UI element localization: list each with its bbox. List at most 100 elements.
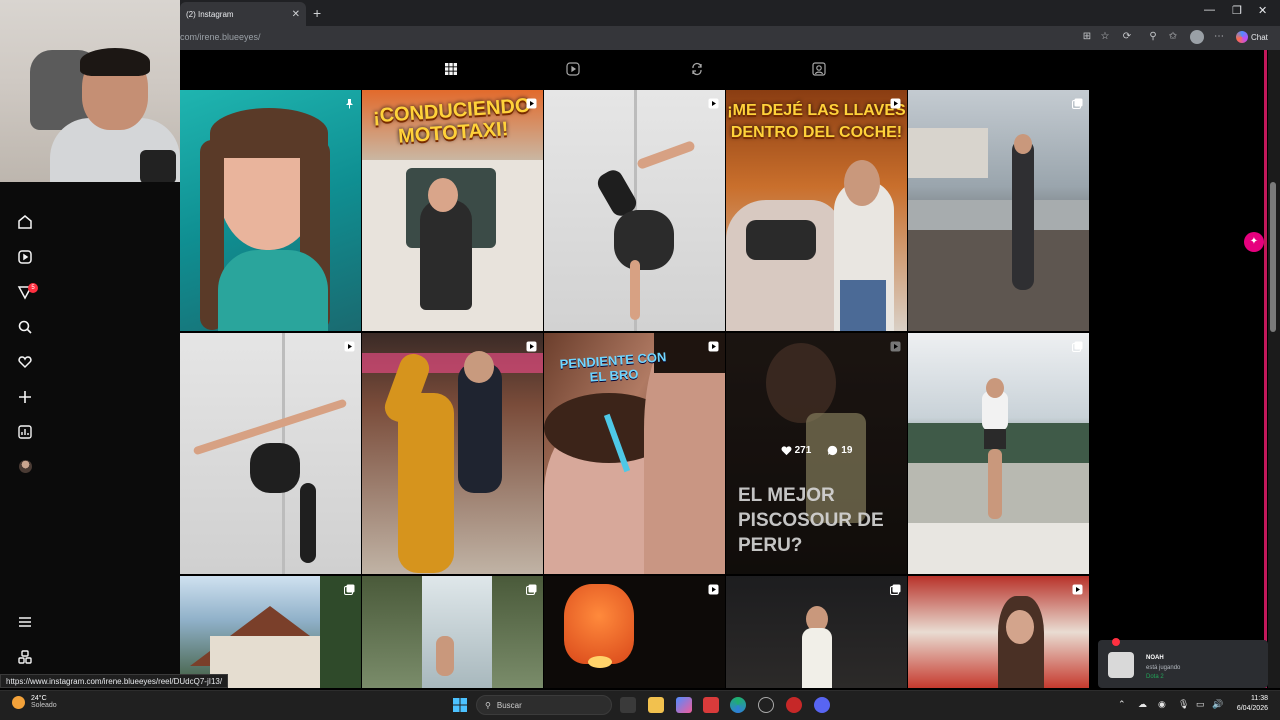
chevron-up-icon[interactable]: ⌃ xyxy=(1118,699,1126,710)
cloud-icon[interactable]: ☁ xyxy=(1138,699,1147,710)
app-icon[interactable] xyxy=(786,697,802,713)
discord-icon[interactable] xyxy=(814,697,830,713)
windows-start-icon[interactable] xyxy=(452,697,468,713)
sidebar-edge xyxy=(1264,50,1267,688)
notification-dot xyxy=(1112,638,1120,646)
reel-icon xyxy=(526,339,537,352)
taskbar-search[interactable]: ⚲ Buscar xyxy=(476,695,612,715)
post-headline: ¡CONDUCIENDO MOTOTAXI! xyxy=(372,94,532,148)
app-icon[interactable] xyxy=(758,697,774,713)
reel-icon xyxy=(890,339,901,352)
more-icon[interactable] xyxy=(14,646,36,668)
tab-reels-icon[interactable] xyxy=(566,62,582,78)
post-hover-stats: 271 19 xyxy=(726,445,907,456)
bookmark-star-icon[interactable]: ☆ xyxy=(1098,30,1112,44)
tab-tagged-icon[interactable] xyxy=(812,62,828,78)
search-icon: ⚲ xyxy=(485,700,491,710)
post-tile[interactable]: PENDIENTE CON EL BRO xyxy=(544,333,725,574)
search-placeholder: Buscar xyxy=(496,700,522,710)
translate-icon[interactable]: ⊞ xyxy=(1080,30,1094,44)
post-tile-hovered[interactable]: EL MEJOR PISCOSOUR DE PERU? 271 19 xyxy=(726,333,907,574)
activity-notification[interactable]: NOAH está jugando Dota 2 xyxy=(1098,638,1268,688)
extension-icon[interactable]: ⟳ xyxy=(1120,30,1134,44)
post-tile[interactable] xyxy=(908,576,1089,688)
browser-tab-bar xyxy=(180,0,1280,26)
reel-icon xyxy=(708,339,719,352)
scrollbar-track[interactable] xyxy=(1268,50,1280,688)
weather-widget[interactable]: 24°C Soleado xyxy=(12,695,57,709)
toast-status: está jugando xyxy=(1146,665,1181,671)
carousel-icon xyxy=(344,582,355,595)
minimize-icon[interactable]: — xyxy=(1204,4,1215,16)
tab-posts-grid-icon[interactable] xyxy=(444,62,460,78)
dashboard-icon[interactable] xyxy=(14,421,36,443)
create-icon[interactable] xyxy=(14,386,36,408)
profile-icon[interactable] xyxy=(1190,30,1204,44)
close-window-icon[interactable]: ✕ xyxy=(1258,4,1267,17)
post-tile[interactable] xyxy=(180,90,361,331)
address-bar[interactable] xyxy=(180,26,1280,50)
more-menu-icon[interactable]: ⋯ xyxy=(1212,30,1226,44)
weather-condition: Soleado xyxy=(31,702,57,709)
monitor-icon[interactable]: ▭ xyxy=(1196,699,1205,710)
post-tile[interactable] xyxy=(180,576,361,688)
post-tile[interactable] xyxy=(362,576,543,688)
avatar xyxy=(1108,652,1134,678)
copilot-icon xyxy=(1236,31,1248,43)
copilot-chat-button[interactable]: Chat xyxy=(1236,29,1268,45)
sun-icon xyxy=(12,695,25,709)
carousel-icon xyxy=(526,582,537,595)
reel-icon xyxy=(708,582,719,595)
new-tab-icon[interactable]: + xyxy=(313,5,321,21)
reel-icon xyxy=(890,96,901,109)
post-headline: EL MEJOR PISCOSOUR DE PERU? xyxy=(738,485,884,556)
tab-reposts-icon[interactable] xyxy=(690,62,706,78)
heart-icon[interactable] xyxy=(14,351,36,373)
tab-title: (2) Instagram xyxy=(186,9,234,19)
profile-tabs xyxy=(180,62,1092,86)
edge-browser-icon[interactable] xyxy=(730,697,746,713)
search-icon[interactable] xyxy=(14,316,36,338)
file-explorer-icon[interactable] xyxy=(648,697,664,713)
post-tile[interactable] xyxy=(908,90,1089,331)
reel-icon xyxy=(1072,582,1083,595)
post-tile[interactable] xyxy=(180,333,361,574)
likes-count: 271 xyxy=(781,445,811,456)
post-tile[interactable] xyxy=(544,90,725,331)
post-tile[interactable]: ¡CONDUCIENDO MOTOTAXI! xyxy=(362,90,543,331)
post-tile[interactable] xyxy=(544,576,725,688)
floating-action-icon[interactable]: ✦ xyxy=(1244,232,1264,252)
reels-icon[interactable] xyxy=(14,246,36,268)
scrollbar-thumb[interactable] xyxy=(1270,182,1276,332)
app-tray-icon[interactable]: ◉ xyxy=(1158,699,1166,710)
reel-icon xyxy=(708,96,719,109)
system-clock[interactable]: 11:38 6/04/2026 xyxy=(1228,694,1268,714)
task-view-icon[interactable] xyxy=(620,697,636,713)
carousel-icon xyxy=(1072,339,1083,352)
post-tile[interactable]: ¡ME DEJÉ LAS LLAVES DENTRO DEL COCHE! xyxy=(726,90,907,331)
profile-avatar[interactable] xyxy=(19,460,32,473)
menu-icon[interactable] xyxy=(14,611,36,633)
speaker-icon[interactable]: 🔊 xyxy=(1212,699,1223,710)
post-tile[interactable] xyxy=(908,333,1089,574)
webcam-overlay xyxy=(0,0,180,182)
clock-date: 6/04/2026 xyxy=(1236,705,1268,712)
home-icon[interactable] xyxy=(14,211,36,233)
post-tile[interactable] xyxy=(726,576,907,688)
browser-tab[interactable]: (2) Instagram ✕ xyxy=(180,2,306,26)
url-text[interactable]: com/irene.blueeyes/ xyxy=(180,32,261,42)
copilot-app-icon[interactable] xyxy=(676,697,692,713)
pinned-icon xyxy=(344,96,355,109)
app-icon[interactable] xyxy=(703,697,719,713)
close-tab-icon[interactable]: ✕ xyxy=(292,9,300,20)
maximize-icon[interactable]: ❐ xyxy=(1232,4,1242,17)
microphone-icon[interactable]: 🎙 xyxy=(1178,699,1189,710)
temperature: 24°C xyxy=(31,695,47,702)
carousel-icon xyxy=(890,582,901,595)
puzzle-icon[interactable]: ⚲ xyxy=(1146,30,1160,44)
notification-badge: 5 xyxy=(28,283,38,293)
post-tile[interactable] xyxy=(362,333,543,574)
favorites-icon[interactable]: ✩ xyxy=(1166,30,1180,44)
post-headline: ¡ME DEJÉ LAS LLAVES DENTRO DEL COCHE! xyxy=(727,102,906,141)
clock-time: 11:38 xyxy=(1251,695,1268,702)
